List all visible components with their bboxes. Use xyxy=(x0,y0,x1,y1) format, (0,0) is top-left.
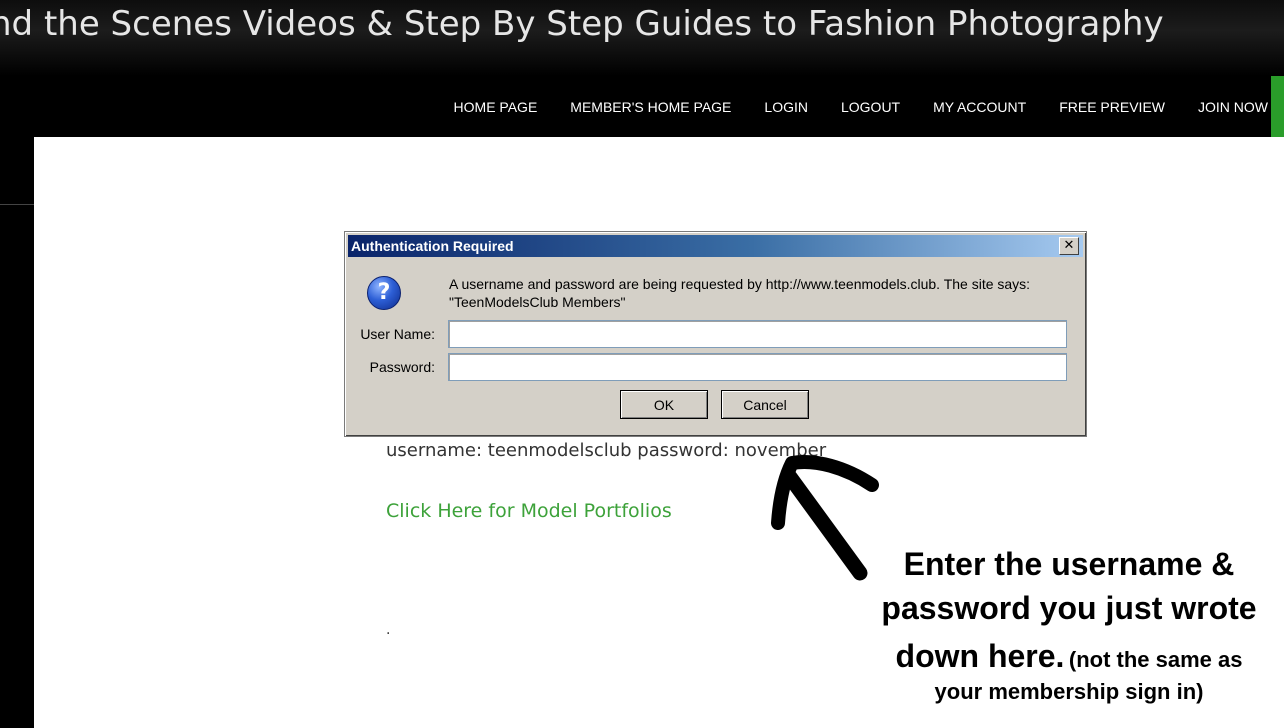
nav-my-account[interactable]: MY ACCOUNT xyxy=(933,99,1026,115)
annotation-line-3: down here. xyxy=(895,638,1065,674)
annotation-line-2: password you just wrote xyxy=(881,590,1257,626)
annotation-text: Enter the username & password you just w… xyxy=(864,542,1274,706)
close-icon[interactable]: ✕ xyxy=(1059,237,1079,255)
ok-button[interactable]: OK xyxy=(620,390,708,419)
left-sidebar-strip xyxy=(0,137,34,728)
username-label: User Name: xyxy=(360,326,435,342)
site-banner: nd the Scenes Videos & Step By Step Guid… xyxy=(0,0,1284,76)
annotation-note-2: your membership sign in) xyxy=(934,679,1204,704)
nav-home-page[interactable]: HOME PAGE xyxy=(454,99,538,115)
dialog-message: A username and password are being reques… xyxy=(449,275,1069,311)
nav-items: HOME PAGE MEMBER'S HOME PAGE LOGIN LOGOU… xyxy=(421,76,1268,137)
model-portfolios-link[interactable]: Click Here for Model Portfolios xyxy=(386,500,672,522)
nav-members-home-page[interactable]: MEMBER'S HOME PAGE xyxy=(570,99,731,115)
stray-dot: . xyxy=(386,622,391,638)
dialog-message-line-1: A username and password are being reques… xyxy=(449,276,1031,292)
banner-title: nd the Scenes Videos & Step By Step Guid… xyxy=(0,4,1164,44)
nav-logout[interactable]: LOGOUT xyxy=(841,99,900,115)
password-label: Password: xyxy=(369,359,435,375)
dialog-message-line-2: "TeenModelsClub Members" xyxy=(449,294,626,310)
nav-free-preview[interactable]: FREE PREVIEW xyxy=(1059,99,1165,115)
password-field[interactable] xyxy=(448,353,1067,381)
dialog-titlebar[interactable]: Authentication Required ✕ xyxy=(348,235,1083,257)
main-nav: HOME PAGE MEMBER'S HOME PAGE LOGIN LOGOU… xyxy=(0,76,1284,137)
auth-dialog: Authentication Required ✕ ? A username a… xyxy=(344,231,1087,437)
nav-accent-bar xyxy=(1271,76,1284,137)
annotation-line-1: Enter the username & xyxy=(903,546,1235,582)
nav-join-now[interactable]: JOIN NOW xyxy=(1198,99,1268,115)
username-field[interactable] xyxy=(448,320,1067,348)
sidebar-divider xyxy=(0,204,34,205)
nav-login[interactable]: LOGIN xyxy=(764,99,808,115)
dialog-title: Authentication Required xyxy=(351,238,514,254)
cancel-button[interactable]: Cancel xyxy=(721,390,809,419)
question-icon: ? xyxy=(367,276,401,310)
annotation-note-1: (not the same as xyxy=(1068,647,1243,672)
